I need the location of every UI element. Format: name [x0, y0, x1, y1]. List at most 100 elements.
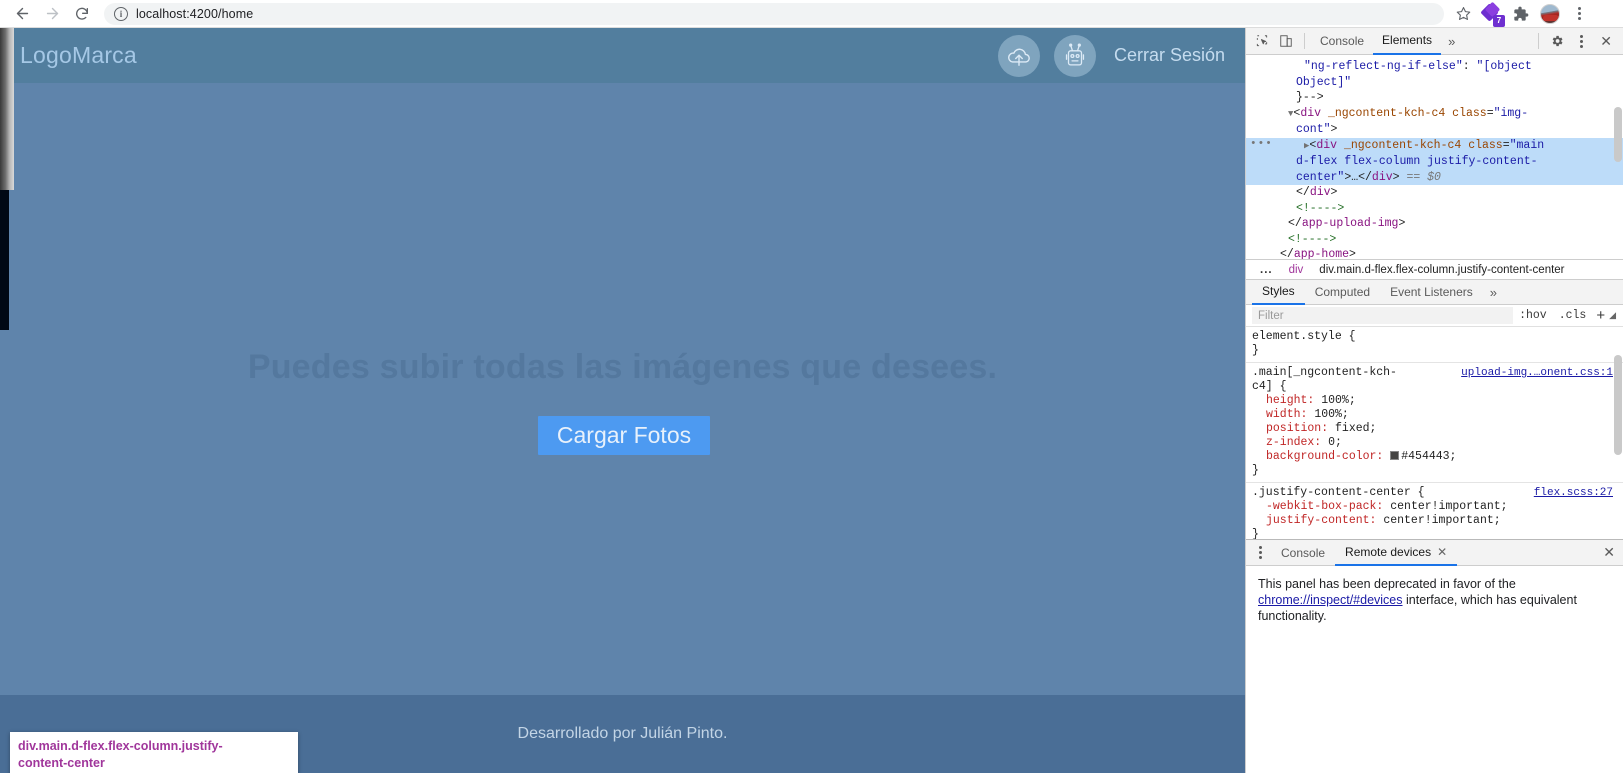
- screen-root: i localhost:4200/home 7 LogoMarca Cerrar…: [0, 0, 1623, 773]
- forward-icon[interactable]: [38, 0, 66, 28]
- navigation-buttons: [0, 0, 96, 28]
- toolbar-divider-2: [1538, 33, 1540, 49]
- browser-menu-icon[interactable]: [1566, 1, 1592, 27]
- devtools-panel: Console Elements » ✕ "ng-reflect-ng-if-e…: [1245, 28, 1623, 773]
- star-icon[interactable]: [1450, 1, 1476, 27]
- extension-badge-icon[interactable]: 7: [1479, 1, 1505, 27]
- devtools-close-icon[interactable]: ✕: [1593, 33, 1619, 50]
- brand-logo[interactable]: LogoMarca: [20, 42, 137, 69]
- cloud-upload-icon[interactable]: [997, 34, 1040, 77]
- styles-scrollbar[interactable]: [1614, 355, 1622, 475]
- dom-tree[interactable]: "ng-reflect-ng-if-else": "[object Object]…: [1246, 55, 1623, 259]
- css-rule-close: }: [1252, 528, 1259, 539]
- css-declaration[interactable]: width: 100%;: [1252, 408, 1615, 422]
- css-declaration[interactable]: -webkit-box-pack: center!important;: [1252, 500, 1615, 514]
- css-declaration[interactable]: height: 100%;: [1252, 394, 1615, 408]
- styles-tabbar: Styles Computed Event Listeners »: [1246, 280, 1623, 305]
- css-rule[interactable]: element.style {}: [1246, 327, 1623, 363]
- avatar[interactable]: [1537, 1, 1563, 27]
- drawer-menu-icon[interactable]: [1250, 546, 1271, 559]
- styles-filter-input[interactable]: [1252, 307, 1514, 324]
- devtools-toolbar: Console Elements » ✕: [1246, 28, 1623, 55]
- breadcrumb-item-current[interactable]: div.main.d-flex.flex-column.justify-cont…: [1311, 264, 1572, 276]
- styles-more-tabs-icon[interactable]: »: [1483, 285, 1504, 300]
- breadcrumb-overflow[interactable]: ...: [1252, 264, 1281, 276]
- devtools-drawer: Console Remote devices ✕ ✕ This panel ha…: [1246, 539, 1623, 634]
- gear-icon[interactable]: [1545, 29, 1569, 53]
- css-declaration[interactable]: background-color: #454443;: [1252, 450, 1615, 464]
- tab-event-listeners[interactable]: Event Listeners: [1380, 280, 1483, 305]
- dom-node[interactable]: cont">: [1246, 122, 1623, 138]
- cls-toggle[interactable]: .cls: [1553, 309, 1593, 322]
- drawer-tab-remote-devices[interactable]: Remote devices ✕: [1335, 540, 1458, 566]
- css-value: 100%;: [1321, 394, 1356, 407]
- dom-node[interactable]: <!---->: [1246, 232, 1623, 248]
- dom-node-more-icon[interactable]: •••: [1250, 137, 1273, 153]
- devtools-menu-icon[interactable]: [1569, 29, 1593, 53]
- new-style-rule-button[interactable]: +: [1592, 308, 1609, 323]
- device-toolbar-icon[interactable]: [1274, 29, 1298, 53]
- dom-node[interactable]: Object]": [1246, 75, 1623, 91]
- css-declaration[interactable]: z-index: 0;: [1252, 436, 1615, 450]
- dom-tree-scrollbar[interactable]: [1614, 57, 1622, 257]
- drawer-tab-console-label: Console: [1281, 545, 1326, 560]
- devtools-tab-console[interactable]: Console: [1311, 28, 1373, 55]
- address-bar[interactable]: i localhost:4200/home: [104, 2, 1444, 25]
- css-value: 0;: [1328, 436, 1342, 449]
- dom-node[interactable]: }-->: [1246, 90, 1623, 106]
- devtools-tab-elements[interactable]: Elements: [1373, 28, 1442, 55]
- back-icon[interactable]: [8, 0, 36, 28]
- dom-node[interactable]: </app-home>: [1246, 247, 1623, 259]
- css-rule-source-link[interactable]: flex.scss:27: [1534, 486, 1613, 500]
- hov-toggle[interactable]: :hov: [1513, 309, 1553, 322]
- dom-node[interactable]: </div>: [1246, 185, 1623, 201]
- dom-node[interactable]: "ng-reflect-ng-if-else": "[object: [1246, 59, 1623, 75]
- app-header: LogoMarca Cerrar Sesión: [0, 28, 1245, 83]
- logout-button[interactable]: Cerrar Sesión: [1114, 45, 1225, 66]
- drawer-message: This panel has been deprecated in favor …: [1246, 566, 1623, 634]
- robot-icon[interactable]: [1053, 34, 1096, 77]
- site-info-icon[interactable]: i: [114, 6, 128, 21]
- css-declaration[interactable]: position: fixed;: [1252, 422, 1615, 436]
- dom-node[interactable]: ▼<div _ngcontent-kch-c4 class="img-: [1246, 106, 1623, 123]
- upload-photos-button[interactable]: Cargar Fotos: [538, 416, 710, 455]
- color-swatch[interactable]: [1390, 451, 1400, 460]
- drawer-tab-close-icon[interactable]: ✕: [1437, 545, 1447, 559]
- devtools-more-tabs-icon[interactable]: »: [1441, 34, 1462, 49]
- breadcrumb-item-div[interactable]: div: [1281, 264, 1312, 276]
- browser-toolbar-actions: 7: [1450, 1, 1598, 27]
- css-rule[interactable]: upload-img.…onent.css:1 .main[_ngcontent-…: [1246, 363, 1623, 483]
- header-actions: Cerrar Sesión: [997, 34, 1245, 77]
- toolbar-divider: [1304, 33, 1305, 49]
- page-content: Puedes subir todas las imágenes que dese…: [0, 83, 1245, 695]
- inspect-element-icon[interactable]: [1250, 29, 1274, 53]
- url-text: localhost:4200/home: [136, 6, 254, 21]
- drawer-tabbar: Console Remote devices ✕ ✕: [1246, 540, 1623, 566]
- inspector-tooltip: div.main.d-flex.flex-column.justify-cont…: [10, 732, 298, 773]
- css-rule-close: }: [1252, 344, 1259, 357]
- chrome-inspect-link[interactable]: chrome://inspect/#devices: [1258, 593, 1403, 607]
- dom-node[interactable]: <!---->: [1246, 201, 1623, 217]
- drawer-tab-console[interactable]: Console: [1271, 540, 1335, 566]
- puzzle-icon[interactable]: [1508, 1, 1534, 27]
- css-rule-source-link[interactable]: upload-img.…onent.css:1: [1461, 366, 1613, 380]
- chevron-down-icon[interactable]: ◢: [1609, 310, 1619, 321]
- css-rule-close: }: [1252, 464, 1259, 477]
- css-value: fixed;: [1335, 422, 1377, 435]
- css-value: #454443;: [1390, 450, 1456, 463]
- tab-computed[interactable]: Computed: [1305, 280, 1380, 305]
- dom-node-selected[interactable]: ••• ▶<div _ngcontent-kch-c4 class="main d-…: [1246, 137, 1623, 185]
- drawer-close-icon[interactable]: ✕: [1595, 544, 1623, 561]
- reload-icon[interactable]: [68, 0, 96, 28]
- css-declaration[interactable]: justify-content: center!important;: [1252, 514, 1615, 528]
- css-value: 100%;: [1314, 408, 1349, 421]
- styles-rules-list[interactable]: element.style {} upload-img.…onent.css:1.…: [1246, 327, 1623, 539]
- css-rule[interactable]: flex.scss:27 .justify-content-center {-we…: [1246, 483, 1623, 539]
- tab-styles[interactable]: Styles: [1252, 280, 1305, 305]
- viewport-left-shadow: [0, 28, 14, 190]
- browser-toolbar: i localhost:4200/home 7: [0, 0, 1623, 28]
- dom-node[interactable]: </app-upload-img>: [1246, 216, 1623, 232]
- inspector-tooltip-selector: div.main.d-flex.flex-column.justify-cont…: [18, 739, 223, 770]
- css-value: center!important;: [1383, 514, 1501, 527]
- page-scrollbar[interactable]: [0, 190, 9, 330]
